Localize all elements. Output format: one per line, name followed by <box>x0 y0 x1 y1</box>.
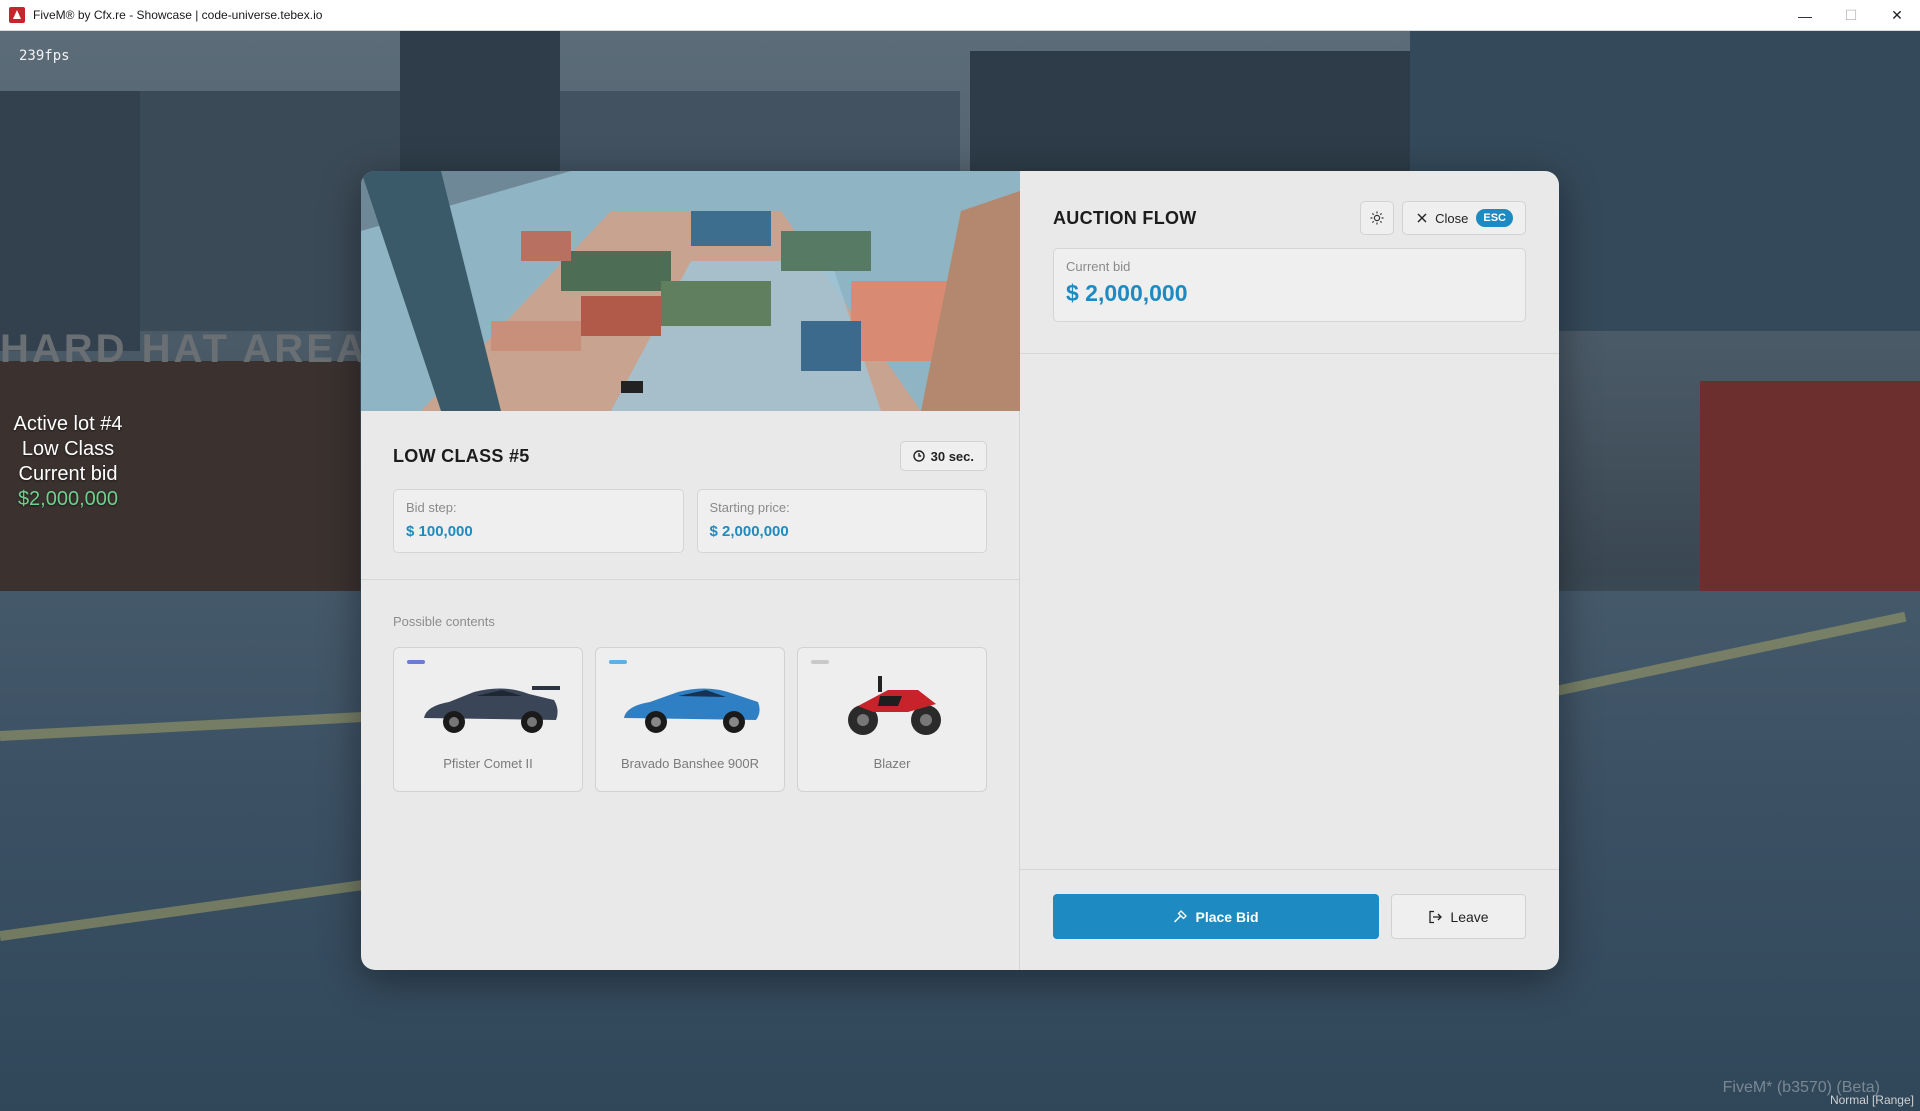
starting-price-box: Starting price: $ 2,000,000 <box>696 489 987 553</box>
place-bid-button[interactable]: Place Bid <box>1053 894 1379 939</box>
auction-panel: AUCTION FLOW Close ESC Current bid $ 2,0… <box>1020 171 1559 970</box>
minimize-button[interactable]: — <box>1782 0 1828 31</box>
possible-contents: Possible contents Pfister Comet II Brava… <box>361 580 1019 792</box>
sun-icon <box>1370 211 1384 225</box>
logout-icon <box>1429 910 1443 923</box>
maximize-button[interactable]: ☐ <box>1828 0 1874 31</box>
content-name: Blazer <box>873 756 911 771</box>
starting-price-label: Starting price: <box>709 500 790 515</box>
rarity-tag <box>407 660 425 664</box>
hud-lot-class: Low Class <box>21 438 115 460</box>
lot-title: LOW CLASS #5 <box>393 445 530 466</box>
window-titlebar: FiveM® by Cfx.re - Showcase | code-unive… <box>0 0 1920 31</box>
hud-bid-label: Current bid <box>18 463 118 485</box>
lot-timer: 30 sec. <box>899 441 987 471</box>
port-containers-image <box>361 171 1020 411</box>
hud-active-lot: Active lot #4 <box>13 413 123 435</box>
place-bid-label: Place Bid <box>1195 908 1259 925</box>
rarity-tag <box>811 660 829 664</box>
clock-icon <box>912 450 925 462</box>
active-lot-hud: Active lot #4 Low Class Current bid $2,0… <box>0 412 136 512</box>
bid-step-value: $ 100,000 <box>406 523 473 540</box>
fivem-logo-icon <box>9 7 25 23</box>
bid-step-label: Bid step: <box>406 500 457 515</box>
close-window-button[interactable]: ✕ <box>1874 0 1920 31</box>
auction-header: AUCTION FLOW Close ESC Current bid $ 2,0… <box>1020 171 1559 354</box>
leave-label: Leave <box>1450 908 1489 925</box>
starting-price-value: $ 2,000,000 <box>709 523 789 540</box>
current-bid-value: $ 2,000,000 <box>1066 280 1188 306</box>
close-icon <box>1417 213 1427 223</box>
auction-title: AUCTION FLOW <box>1053 207 1197 228</box>
car-comet-image <box>424 686 560 733</box>
lot-preview-image <box>361 171 1020 411</box>
rarity-tag <box>609 660 627 664</box>
hard-hat-sign: HARD HAT AREA <box>0 327 368 371</box>
window-title: FiveM® by Cfx.re - Showcase | code-unive… <box>33 8 323 22</box>
esc-badge: ESC <box>1476 209 1513 227</box>
warehouse-left <box>0 91 140 351</box>
fps-counter: 239fps <box>19 48 70 64</box>
current-bid-label: Current bid <box>1066 259 1131 274</box>
atv-blazer-image <box>848 676 941 735</box>
theme-toggle-button[interactable] <box>1360 201 1395 235</box>
close-button[interactable]: Close ESC <box>1402 201 1526 235</box>
content-name: Bravado Banshee 900R <box>620 756 760 771</box>
car-banshee-image <box>624 688 760 733</box>
lot-panel: LOW CLASS #5 30 sec. Bid step: $ 100,000… <box>361 171 1020 970</box>
content-card-blazer[interactable]: Blazer <box>797 647 987 792</box>
content-card-banshee[interactable]: Bravado Banshee 900R <box>595 647 785 792</box>
content-name: Pfister Comet II <box>443 756 533 771</box>
voice-mode-label: Normal [Range] <box>1829 1093 1914 1107</box>
current-bid-box: Current bid $ 2,000,000 <box>1053 248 1526 322</box>
lot-info: LOW CLASS #5 30 sec. Bid step: $ 100,000… <box>361 411 1019 580</box>
auction-actions: Place Bid Leave <box>1020 869 1559 970</box>
contents-cards: Pfister Comet II Bravado Banshee 900R Bl… <box>393 647 987 792</box>
timer-text: 30 sec. <box>930 448 974 464</box>
bid-step-box: Bid step: $ 100,000 <box>393 489 684 553</box>
gavel-icon <box>1174 909 1188 923</box>
hud-bid-value: $2,000,000 <box>17 488 119 510</box>
contents-label: Possible contents <box>393 614 495 629</box>
leave-button[interactable]: Leave <box>1391 894 1526 939</box>
auction-modal: LOW CLASS #5 30 sec. Bid step: $ 100,000… <box>361 171 1559 970</box>
content-card-comet[interactable]: Pfister Comet II <box>393 647 583 792</box>
close-label: Close <box>1435 210 1469 226</box>
window-controls: — ☐ ✕ <box>1782 0 1920 31</box>
